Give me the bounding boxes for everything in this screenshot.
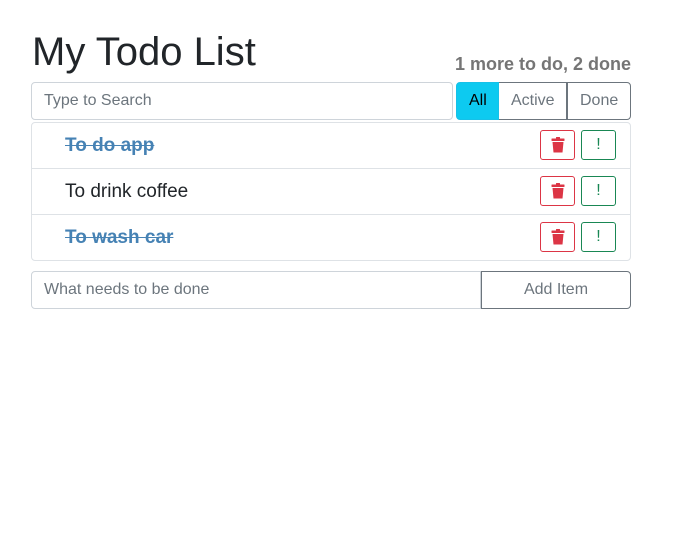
delete-button[interactable] [540,176,575,206]
search-panel: All Active Done [31,82,631,120]
mark-important-button[interactable]: ! [581,222,616,252]
todo-item[interactable]: To do app ! [32,123,630,169]
todo-item-label[interactable]: To do app [65,134,154,158]
todo-item-label[interactable]: To drink coffee [65,180,188,204]
trash-icon [551,183,564,199]
delete-button[interactable] [540,222,575,252]
delete-button[interactable] [540,130,575,160]
mark-important-button[interactable]: ! [581,130,616,160]
page-title: My Todo List [32,30,256,74]
new-todo-input[interactable] [31,271,481,309]
add-item-form: Add Item [31,271,631,309]
todo-item[interactable]: To wash car ! [32,215,630,260]
todo-item-label[interactable]: To wash car [65,226,173,250]
todo-item[interactable]: To drink coffee ! [32,169,630,215]
mark-important-button[interactable]: ! [581,176,616,206]
filter-all-button[interactable]: All [456,82,499,120]
todo-count-summary: 1 more to do, 2 done [454,54,631,74]
filter-done-button[interactable]: Done [567,82,631,120]
add-item-button[interactable]: Add Item [481,271,631,309]
status-filter: All Active Done [456,82,631,120]
todo-list: To do app ! To drink coffee ! To wash ca… [31,122,631,261]
app-header: My Todo List 1 more to do, 2 done [31,28,631,82]
trash-icon [551,229,564,245]
todo-app: My Todo List 1 more to do, 2 done All Ac… [31,28,631,309]
search-input[interactable] [31,82,453,120]
trash-icon [551,137,564,153]
filter-active-button[interactable]: Active [499,82,567,120]
